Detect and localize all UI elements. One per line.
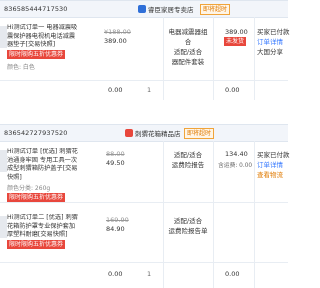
order-status: 适配/适合 运费险报告单 — [166, 216, 210, 236]
shop-icon — [125, 129, 133, 137]
promo-badge: 限时限购五折优惠券 — [7, 193, 66, 202]
row-price: 0.00 — [108, 86, 123, 94]
order-header: 836585444717530 睿臣家居专卖店 即将超时 — [0, 0, 288, 18]
row-qty: 1 — [147, 270, 152, 278]
order-amount: 389.00 — [225, 28, 248, 36]
column-divider — [213, 17, 214, 100]
column-divider — [163, 17, 164, 100]
status-line[interactable]: 适配/适合 — [166, 47, 210, 57]
shop-name[interactable]: 刺猬花箱精品店 — [125, 128, 181, 138]
order-id[interactable]: 836585444717530 — [4, 5, 68, 13]
shop-icon — [138, 5, 146, 13]
status-line: 适配/适合 — [173, 151, 203, 159]
right-actions: 买家已付款 订单详情 大国分享 — [257, 27, 290, 57]
timeout-badge: 即将超时 — [184, 128, 215, 139]
product-title[interactable]: Hi测试订单 [优选] 刺猬花池通身牢固 专用工具一次成型刺猬箱防护盖子[交易快… — [7, 148, 80, 183]
original-price: 88.00 — [106, 150, 125, 158]
original-price: ¥188.00 — [104, 28, 131, 36]
row-amount: 0.00 — [225, 86, 240, 94]
order-amount: 134.40 — [225, 150, 248, 158]
product-title[interactable]: Hi测试订单一 电器减震吸震保护器电视机电话减震器垫子[交易快照] — [7, 24, 80, 50]
unit-price: 49.50 — [106, 159, 125, 167]
unit-price: 84.90 — [106, 225, 125, 233]
product-thumbnail[interactable] — [0, 150, 7, 172]
status-line[interactable]: 运费险报告 — [166, 160, 210, 170]
payment-status: 买家已付款 — [257, 151, 290, 159]
payment-status: 买家已付款 — [257, 28, 290, 36]
row-divider — [0, 262, 288, 263]
timeout-badge: 即将超时 — [200, 4, 231, 15]
order-status: 电器减震器组合 适配/适合 器配件套装 — [166, 27, 210, 67]
status-line: 器配件套装 — [171, 58, 205, 66]
promo-badge: 限时限购五折优惠券 — [7, 240, 66, 249]
product-thumbnail[interactable] — [0, 216, 7, 238]
shop-name[interactable]: 睿臣家居专卖店 — [138, 4, 194, 14]
order-header: 836542727937520 刺猬花箱精品店 即将超时 — [0, 124, 288, 142]
status-line[interactable]: 运费险报告单 — [166, 226, 210, 236]
order-id[interactable]: 836542727937520 — [4, 129, 68, 137]
order-status: 适配/适合 运费险报告 — [166, 150, 210, 170]
promo-badge: 限时限购五折优惠券 — [7, 50, 66, 59]
shop-name-text: 刺猬花箱精品店 — [135, 130, 181, 138]
row-divider — [0, 202, 288, 203]
row-price: 0.00 — [108, 270, 123, 278]
product-attr: 颜色: 白色 — [7, 64, 35, 71]
row-amount: 0.00 — [225, 270, 240, 278]
row-divider — [0, 80, 288, 81]
right-actions: 买家已付款 订单详情 查看物流 — [257, 150, 290, 180]
product-attr: 颜色分类: 260g — [7, 185, 51, 192]
row-qty: 1 — [147, 86, 152, 94]
order-detail-link[interactable]: 订单详情 — [257, 160, 290, 170]
unshipped-badge: 未发货 — [224, 37, 247, 46]
share-link[interactable]: 大国分享 — [257, 47, 290, 57]
column-divider — [254, 141, 255, 288]
product-title[interactable]: Hi测试订单二 [优选] 刺猬花箱防护罩专业保护套加厚塑料耐磨[交易快照] — [7, 214, 80, 240]
column-divider — [163, 141, 164, 288]
original-price: 169.90 — [106, 216, 129, 224]
column-divider — [254, 17, 255, 100]
shop-name-text: 睿臣家居专卖店 — [148, 6, 194, 14]
logistics-link[interactable]: 查看物流 — [257, 170, 290, 180]
status-line: 适配/适合 — [173, 217, 203, 225]
column-divider — [213, 141, 214, 288]
product-thumbnail[interactable] — [0, 26, 7, 48]
order-detail-link[interactable]: 订单详情 — [257, 37, 290, 47]
unit-price: 389.00 — [104, 37, 127, 45]
shipping-fee-note: 含运费: 0.00 — [218, 163, 253, 169]
status-line: 电器减震器组合 — [168, 28, 208, 46]
